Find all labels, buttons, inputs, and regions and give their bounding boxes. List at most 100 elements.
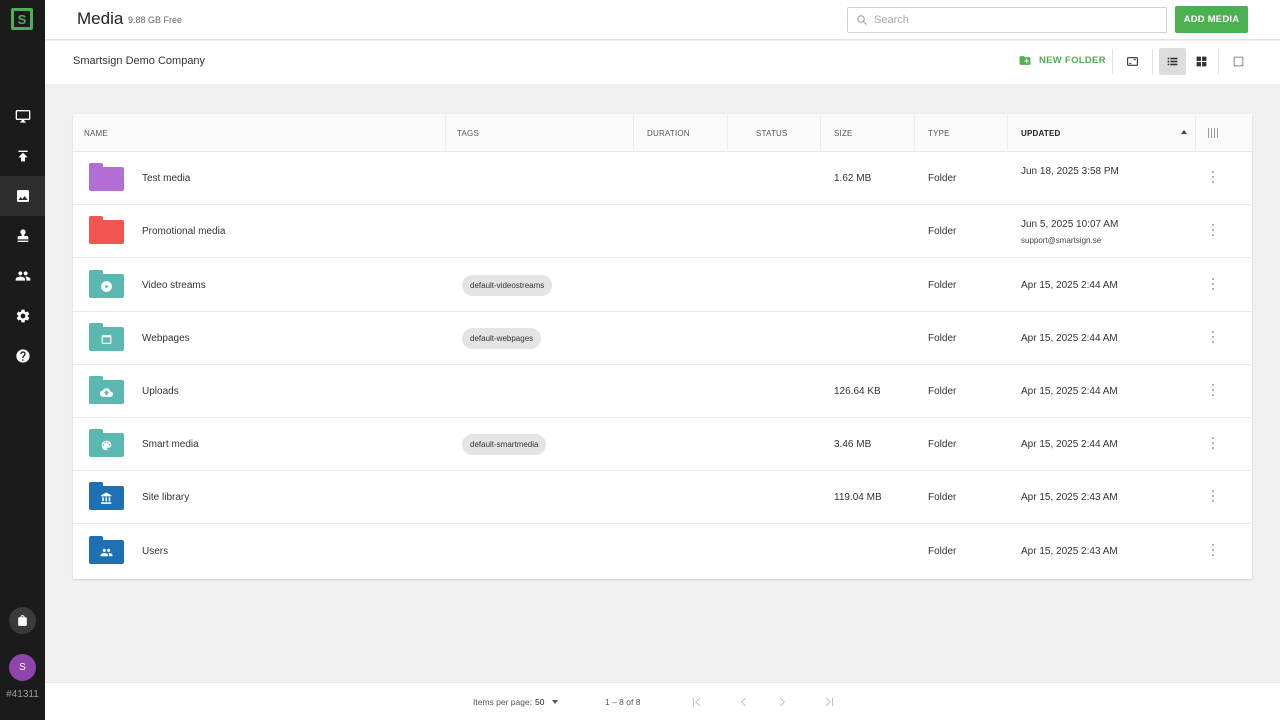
last-page-button[interactable] [822, 695, 836, 709]
column-header-name[interactable]: NAME [73, 114, 446, 152]
image-icon [16, 190, 29, 202]
row-updated-by: support@smartsign.se [1021, 236, 1102, 245]
tag-chip[interactable]: default-videostreams [462, 275, 553, 296]
store-button[interactable] [9, 607, 36, 634]
row-updated: Apr 15, 2025 2:44 AM [1021, 280, 1118, 291]
row-name[interactable]: Users [142, 546, 168, 557]
table-row[interactable]: Uploads 126.64 KB Folder Apr 15, 2025 2:… [73, 365, 1252, 418]
page-range: 1 – 8 of 8 [605, 697, 641, 707]
table-header: NAME TAGS DURATION STATUS SIZE TYPE UPDA… [73, 114, 1252, 152]
tag-chip[interactable]: default-webpages [462, 328, 542, 349]
column-header-status[interactable]: STATUS [728, 114, 821, 152]
row-more-icon[interactable] [1212, 331, 1215, 343]
table-row[interactable]: Test media 1.62 MB Folder Jun 18, 2025 3… [73, 152, 1252, 205]
table-row[interactable]: Site library 119.04 MB Folder Apr 15, 20… [73, 471, 1252, 524]
people-icon [100, 548, 113, 556]
column-settings-icon[interactable] [1208, 128, 1218, 138]
chevron-left-icon [741, 697, 747, 707]
new-folder-button[interactable]: NEW FOLDER [1018, 54, 1106, 67]
sidebar: S S #41311 [0, 0, 45, 720]
table-row[interactable]: Promotional media Folder Jun 5, 2025 10:… [73, 205, 1252, 258]
row-more-icon[interactable] [1212, 437, 1215, 449]
avatar[interactable]: S [9, 654, 36, 681]
column-header-type[interactable]: TYPE [915, 114, 1008, 152]
column-header-duration[interactable]: DURATION [634, 114, 728, 152]
first-page-icon [693, 697, 701, 707]
company-name: Smartsign Demo Company [73, 55, 206, 67]
storage-free: 9.88 GB Free [128, 15, 183, 25]
row-more-icon[interactable] [1212, 384, 1215, 396]
list-view-button[interactable] [1159, 48, 1186, 75]
row-type: Folder [928, 333, 957, 344]
row-updated: Apr 15, 2025 2:44 AM [1021, 439, 1118, 450]
folder-icon [89, 163, 124, 191]
toolbar-divider [1152, 49, 1153, 75]
cloud-upload-icon [100, 387, 113, 397]
folder-library-icon [89, 482, 124, 510]
row-more-icon[interactable] [1212, 278, 1215, 290]
row-name[interactable]: Test media [142, 173, 190, 184]
grid-view-button[interactable] [1188, 48, 1215, 75]
tag-chip[interactable]: default-smartmedia [462, 434, 547, 455]
logo-letter: S [14, 11, 30, 27]
sidebar-item-screens[interactable] [0, 96, 45, 136]
play-icon [101, 280, 112, 292]
items-per-page-select[interactable]: 50 [535, 697, 544, 707]
sidebar-item-stamp[interactable] [0, 216, 45, 256]
row-more-icon[interactable] [1212, 544, 1215, 556]
row-more-icon[interactable] [1212, 490, 1215, 502]
header: Media 9.88 GB Free ADD MEDIA [45, 0, 1280, 40]
row-name[interactable]: Webpages [142, 333, 190, 344]
shopping-bag-icon [18, 615, 27, 626]
first-page-button[interactable] [690, 695, 704, 709]
folder-smart-icon [89, 429, 124, 457]
row-type: Folder [928, 173, 957, 184]
row-more-icon[interactable] [1212, 171, 1215, 183]
previous-page-button[interactable] [737, 695, 751, 709]
add-media-button[interactable]: ADD MEDIA [1175, 6, 1248, 33]
next-page-button[interactable] [775, 695, 789, 709]
row-updated: Jun 18, 2025 3:58 PM [1021, 166, 1119, 177]
last-page-icon [825, 697, 833, 707]
row-name[interactable]: Promotional media [142, 226, 225, 237]
sidebar-item-settings[interactable] [0, 296, 45, 336]
table-row[interactable]: Video streams default-videostreams Folde… [73, 259, 1252, 312]
search-input[interactable] [874, 14, 1154, 26]
table-row[interactable]: Users Folder Apr 15, 2025 2:43 AM [73, 525, 1252, 578]
row-more-icon[interactable] [1212, 224, 1215, 236]
paginator: Items per page: 50 1 – 8 of 8 [45, 682, 1280, 720]
new-folder-label: NEW FOLDER [1039, 55, 1106, 66]
folder-video-icon [89, 270, 124, 298]
sidebar-item-help[interactable] [0, 336, 45, 376]
app-logo[interactable]: S [11, 8, 33, 30]
toolbar-divider [1218, 49, 1219, 75]
sidebar-item-publish[interactable] [0, 136, 45, 176]
row-updated: Apr 15, 2025 2:43 AM [1021, 546, 1118, 557]
column-header-tags[interactable]: TAGS [446, 114, 634, 152]
column-header-updated-label: UPDATED [1021, 128, 1061, 138]
search-icon [857, 15, 867, 25]
row-name[interactable]: Video streams [142, 280, 206, 291]
column-header-size[interactable]: SIZE [821, 114, 915, 152]
select-all-checkbox[interactable] [1225, 48, 1252, 75]
sidebar-item-media[interactable] [0, 176, 45, 216]
aspect-ratio-button[interactable] [1119, 48, 1146, 75]
checkbox-icon [1233, 56, 1244, 67]
row-name[interactable]: Smart media [142, 439, 199, 450]
table-row[interactable]: Webpages default-webpages Folder Apr 15,… [73, 312, 1252, 365]
row-type: Folder [928, 386, 957, 397]
chevron-down-icon[interactable] [552, 700, 558, 704]
gear-icon [16, 309, 29, 323]
table-row[interactable]: Smart media default-smartmedia 3.46 MB F… [73, 418, 1252, 471]
palette-icon [101, 440, 112, 450]
stamp-icon [17, 229, 28, 242]
items-per-page-label: Items per page: [473, 697, 533, 707]
column-header-updated[interactable]: UPDATED [1008, 114, 1196, 152]
row-name[interactable]: Site library [142, 492, 189, 503]
row-name[interactable]: Uploads [142, 386, 179, 397]
row-updated: Apr 15, 2025 2:43 AM [1021, 492, 1118, 503]
sidebar-item-users[interactable] [0, 256, 45, 296]
search-box[interactable] [847, 7, 1167, 33]
folder-plus-icon [1019, 56, 1031, 65]
monitor-icon [15, 110, 30, 123]
